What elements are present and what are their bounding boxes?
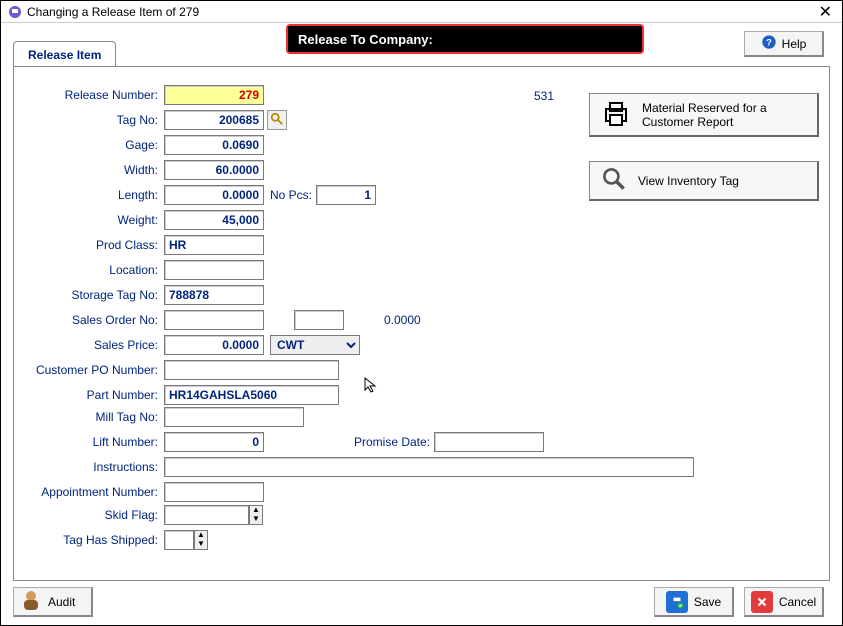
window-title: Changing a Release Item of 279: [27, 5, 199, 19]
cancel-icon: [751, 591, 773, 613]
storage-tag-no-input[interactable]: [164, 285, 264, 305]
tag-has-shipped-label: Tag Has Shipped:: [14, 533, 164, 547]
location-label: Location:: [14, 263, 164, 277]
instructions-input[interactable]: [164, 457, 694, 477]
appointment-number-label: Appointment Number:: [14, 485, 164, 499]
instructions-label: Instructions:: [14, 460, 164, 474]
prod-class-label: Prod Class:: [14, 238, 164, 252]
appointment-number-input[interactable]: [164, 482, 264, 502]
help-label: Help: [782, 37, 807, 51]
cancel-button[interactable]: Cancel: [744, 587, 824, 617]
length-input[interactable]: [164, 185, 264, 205]
customer-po-label: Customer PO Number:: [14, 363, 164, 377]
help-icon: ?: [761, 34, 777, 53]
sales-order-no-input[interactable]: [164, 310, 264, 330]
tab-release-item[interactable]: Release Item: [13, 41, 116, 67]
svg-text:?: ?: [766, 37, 772, 47]
release-to-company-label: Release To Company:: [298, 32, 433, 47]
skid-flag-spinner[interactable]: ▲▼: [249, 505, 263, 525]
tag-has-shipped-spinner[interactable]: ▲▼: [194, 530, 208, 550]
lift-number-input[interactable]: [164, 432, 264, 452]
no-pcs-input[interactable]: [316, 185, 376, 205]
tag-has-shipped-input[interactable]: [164, 530, 194, 550]
magnifier-icon: [600, 165, 628, 196]
view-inventory-tag-label: View Inventory Tag: [638, 174, 739, 188]
tag-no-lookup-button[interactable]: [267, 110, 287, 130]
save-button[interactable]: Save: [654, 587, 734, 617]
width-input[interactable]: [164, 160, 264, 180]
audit-button[interactable]: Audit: [13, 587, 93, 617]
promise-date-input[interactable]: [434, 432, 544, 452]
material-reserved-label: Material Reserved for a Customer Report: [642, 101, 807, 129]
sales-order-qty-text: 0.0000: [384, 313, 421, 327]
gage-input[interactable]: [164, 135, 264, 155]
weight-label: Weight:: [14, 213, 164, 227]
storage-tag-no-label: Storage Tag No:: [14, 288, 164, 302]
save-icon: [666, 591, 688, 613]
view-inventory-tag-button[interactable]: View Inventory Tag: [589, 161, 819, 201]
printer-icon: [600, 97, 632, 132]
close-icon[interactable]: ✕: [815, 2, 836, 22]
part-number-input[interactable]: [164, 385, 339, 405]
release-number-input[interactable]: [164, 85, 264, 105]
sales-price-unit-select[interactable]: CWT: [270, 335, 360, 355]
release-number-label: Release Number:: [14, 88, 164, 102]
skid-flag-label: Skid Flag:: [14, 508, 164, 522]
release-to-company-banner: Release To Company:: [286, 24, 644, 54]
gage-label: Gage:: [14, 138, 164, 152]
help-button[interactable]: ? Help: [744, 31, 824, 57]
no-pcs-label: No Pcs:: [270, 188, 312, 202]
save-label: Save: [694, 595, 721, 609]
chevron-down-icon[interactable]: ▼: [195, 540, 207, 549]
customer-po-input[interactable]: [164, 360, 339, 380]
sales-order-no-label: Sales Order No:: [14, 313, 164, 327]
magnifier-icon: [270, 112, 284, 129]
app-icon: [7, 4, 23, 20]
part-number-label: Part Number:: [14, 388, 164, 402]
mill-tag-no-label: Mill Tag No:: [14, 410, 164, 424]
mill-tag-no-input[interactable]: [164, 407, 304, 427]
lift-number-label: Lift Number:: [14, 435, 164, 449]
audit-label: Audit: [48, 595, 75, 609]
promise-date-label: Promise Date:: [354, 435, 430, 449]
tab-strip: Release Item: [13, 41, 116, 67]
width-label: Width:: [14, 163, 164, 177]
window: Changing a Release Item of 279 ✕ Release…: [0, 0, 843, 626]
sales-price-input[interactable]: [164, 335, 264, 355]
sales-order-subno-input[interactable]: [294, 310, 344, 330]
cancel-label: Cancel: [779, 595, 816, 609]
content-area: Release To Company: ? Help Release Item …: [1, 23, 842, 625]
skid-flag-input[interactable]: [164, 505, 249, 525]
material-reserved-button[interactable]: Material Reserved for a Customer Report: [589, 93, 819, 137]
tab-release-item-label: Release Item: [28, 48, 101, 62]
sales-price-label: Sales Price:: [14, 338, 164, 352]
tag-no-label: Tag No:: [14, 113, 164, 127]
weight-input[interactable]: [164, 210, 264, 230]
audit-icon: [20, 588, 42, 615]
tag-no-input[interactable]: [164, 110, 264, 130]
prod-class-input[interactable]: [164, 235, 264, 255]
location-input[interactable]: [164, 260, 264, 280]
length-label: Length:: [14, 188, 164, 202]
tab-panel: Material Reserved for a Customer Report …: [13, 66, 830, 581]
chevron-down-icon[interactable]: ▼: [250, 515, 262, 524]
footer: Audit Save Cancel: [1, 585, 842, 617]
static-531: 531: [534, 89, 554, 103]
cursor-icon: [364, 377, 380, 393]
titlebar: Changing a Release Item of 279 ✕: [1, 1, 842, 23]
